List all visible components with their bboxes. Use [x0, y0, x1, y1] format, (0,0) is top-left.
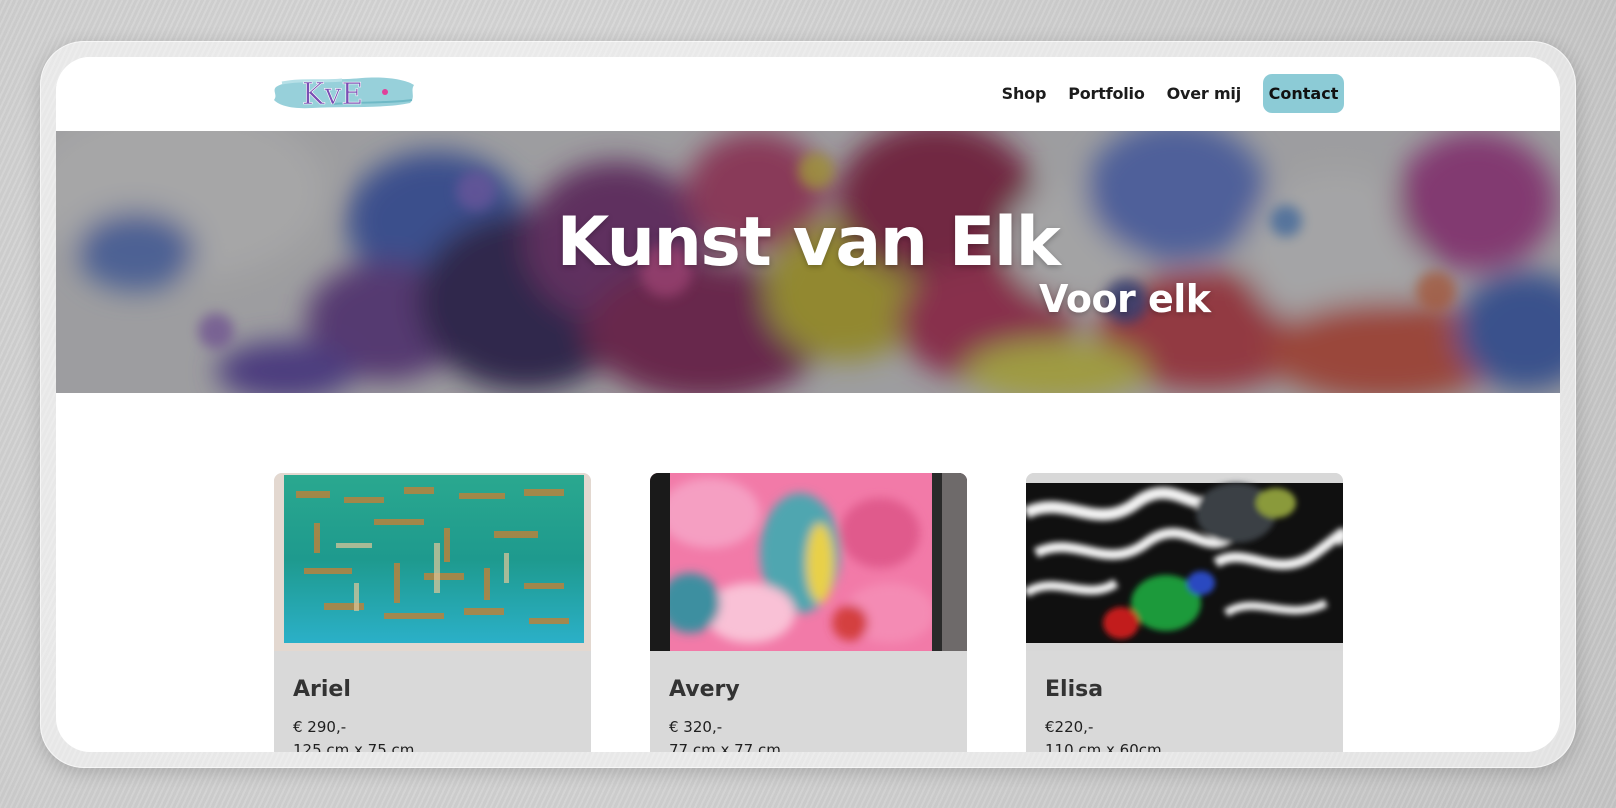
nav-over-mij[interactable]: Over mij	[1167, 84, 1242, 103]
product-price: € 290,-	[293, 718, 347, 736]
product-card-ariel[interactable]: Ariel € 290,- 125 cm x 75 cm	[274, 473, 591, 752]
hero-subtitle: Voor elk	[1039, 277, 1211, 321]
product-card-avery[interactable]: Avery € 320,- 77 cm x 77 cm	[650, 473, 967, 752]
product-price: €220,-	[1045, 718, 1094, 736]
product-name[interactable]: Avery	[669, 677, 740, 702]
hero-banner: Kunst van Elk Voor elk	[56, 131, 1560, 393]
product-image-ariel[interactable]	[274, 473, 591, 651]
nav-portfolio[interactable]: Portfolio	[1068, 84, 1145, 103]
contact-button[interactable]: Contact	[1263, 74, 1344, 113]
main-nav: Shop Portfolio Over mij Contact	[1002, 74, 1344, 113]
browser-viewport: KvE Shop Portfolio Over mij Contact Kuns…	[56, 57, 1560, 752]
nav-shop[interactable]: Shop	[1002, 84, 1047, 103]
product-size: 125 cm x 75 cm	[293, 741, 415, 752]
product-size: 110 cm x 60cm	[1045, 741, 1162, 752]
product-price: € 320,-	[669, 718, 723, 736]
svg-text:KvE: KvE	[302, 77, 363, 111]
product-name[interactable]: Elisa	[1045, 677, 1103, 702]
kve-logo[interactable]: KvE	[272, 73, 417, 111]
product-image-avery[interactable]	[650, 473, 967, 651]
product-card-elisa[interactable]: Elisa €220,- 110 cm x 60cm	[1026, 473, 1343, 752]
product-size: 77 cm x 77 cm	[669, 741, 781, 752]
hero-title: Kunst van Elk	[556, 203, 1061, 282]
site-header: KvE Shop Portfolio Over mij Contact	[56, 57, 1560, 131]
product-name[interactable]: Ariel	[293, 677, 351, 702]
product-image-elisa[interactable]	[1026, 473, 1343, 651]
